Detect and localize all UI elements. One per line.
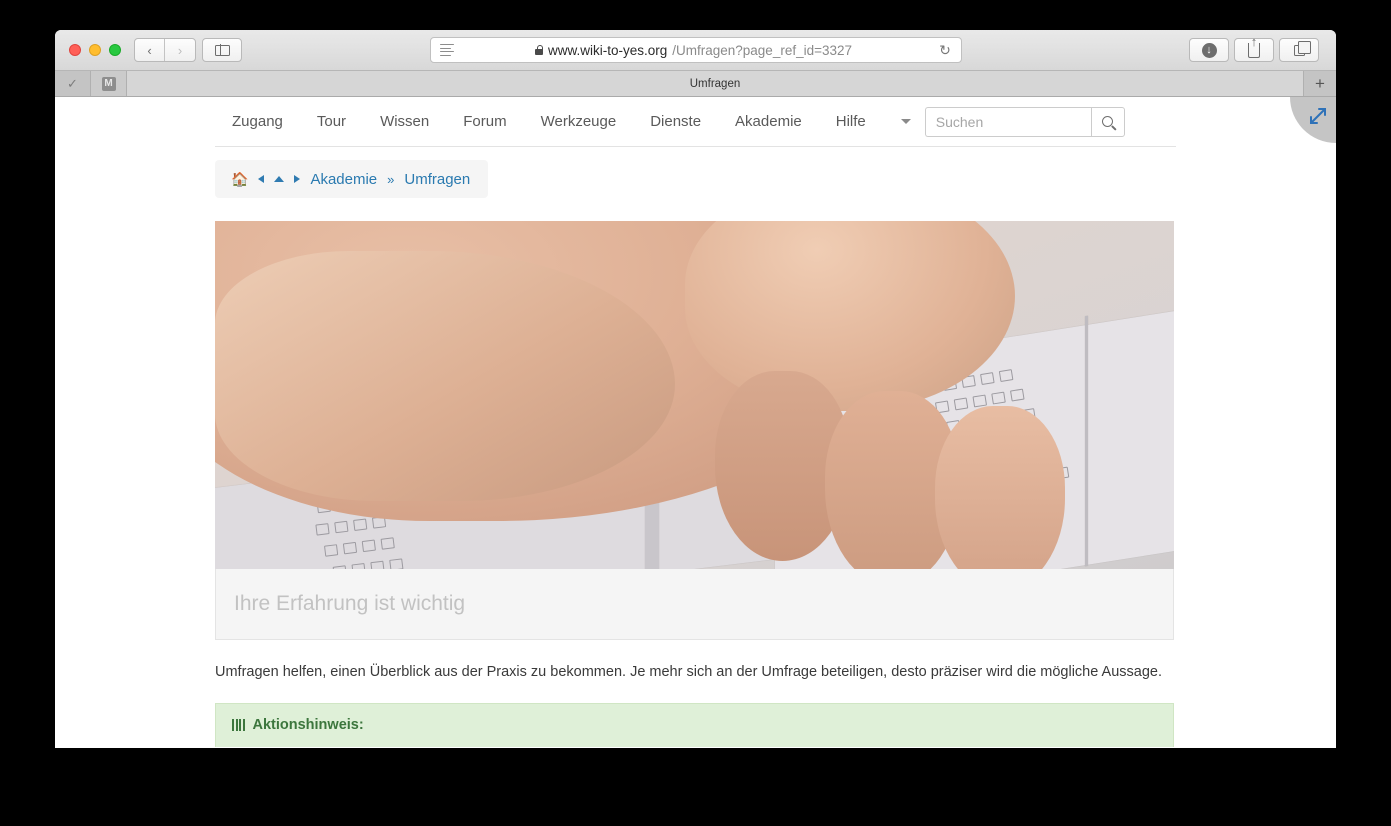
window-controls [69,44,121,56]
checkmark-icon: ✓ [67,76,78,92]
bars-icon [232,719,245,731]
navigation-buttons: ‹ › [134,38,196,62]
main-menu: Zugang Tour Wissen Forum Werkzeuge Diens… [215,102,883,142]
tab-bar: ✓ M Umfragen + [55,71,1336,97]
nav-item-akademie[interactable]: Akademie [718,102,819,142]
arrow-right-icon[interactable] [294,175,300,183]
nav-item-tour[interactable]: Tour [300,102,363,142]
hero-caption: Ihre Erfahrung ist wichtig [215,569,1174,640]
breadcrumb-separator: » [387,172,394,187]
nav-item-forum[interactable]: Forum [446,102,523,142]
intro-paragraph: Umfragen helfen, einen Überblick aus der… [215,662,1170,683]
share-icon [1248,43,1260,58]
url-path: /Umfragen?page_ref_id=3327 [672,43,852,58]
nav-item-zugang[interactable]: Zugang [215,102,300,142]
action-notice-box: Aktionshinweis: Sie haben selbst die Mög… [215,703,1174,747]
chevron-down-icon[interactable] [901,119,911,124]
expand-widget[interactable] [1290,97,1336,143]
share-button[interactable] [1234,38,1274,62]
action-notice-title: Aktionshinweis: [253,717,364,733]
show-tabs-button[interactable] [1279,38,1319,62]
address-bar-text: www.wiki-to-yes.org/Umfragen?page_ref_id… [454,43,933,58]
downloads-button[interactable] [1189,38,1229,62]
hero-image [215,221,1174,569]
reader-view-icon[interactable] [440,42,454,59]
nav-item-hilfe[interactable]: Hilfe [819,102,883,142]
tab-title: Umfragen [690,78,741,90]
favicon-m: M [102,77,116,91]
search-icon [1102,116,1113,127]
breadcrumb: 🏠 Akademie » Umfragen [215,160,488,198]
minimize-window-button[interactable] [89,44,101,56]
forward-button[interactable]: › [165,39,195,61]
nav-item-wissen[interactable]: Wissen [363,102,446,142]
reload-button[interactable]: ↻ [933,42,957,59]
arrow-left-icon[interactable] [258,175,264,183]
page-content: 🏠 Akademie » Umfragen [215,147,1176,747]
zoom-window-button[interactable] [109,44,121,56]
breadcrumb-item-umfragen[interactable]: Umfragen [404,171,470,188]
action-notice-body: Sie haben selbst die Möglichkeit, Umfrag… [232,746,1157,747]
browser-toolbar: ‹ › www.wiki-to-yes.org/Umfragen?page_re… [55,30,1336,71]
sidebar-toggle-button[interactable] [202,38,242,62]
tab-item-umfragen[interactable]: Umfragen [127,71,1304,96]
new-tab-button[interactable]: + [1304,71,1336,96]
hero-block: Ihre Erfahrung ist wichtig [215,221,1174,640]
page-viewport: Zugang Tour Wissen Forum Werkzeuge Diens… [55,97,1336,747]
arrow-up-icon[interactable] [274,176,284,182]
questionnaire-illustration [215,221,1174,569]
show-tabs-icon [1294,45,1305,56]
site-navigation: Zugang Tour Wissen Forum Werkzeuge Diens… [215,97,1176,147]
search-form [925,107,1125,137]
search-button[interactable] [1091,107,1125,137]
expand-arrows-icon [1307,105,1329,127]
sidebar-icon [215,45,230,56]
address-bar[interactable]: www.wiki-to-yes.org/Umfragen?page_ref_id… [430,37,962,63]
nav-item-werkzeuge[interactable]: Werkzeuge [524,102,634,142]
back-button[interactable]: ‹ [135,39,165,61]
hero-caption-text: Ihre Erfahrung ist wichtig [234,592,465,616]
lock-icon [535,45,543,55]
url-domain: www.wiki-to-yes.org [548,43,667,58]
home-icon[interactable]: 🏠 [231,171,248,188]
browser-window: ‹ › www.wiki-to-yes.org/Umfragen?page_re… [55,30,1336,748]
close-window-button[interactable] [69,44,81,56]
download-icon [1202,43,1217,58]
tab-item[interactable]: M [91,71,127,96]
search-input[interactable] [925,107,1091,137]
action-notice-header: Aktionshinweis: [232,717,1157,733]
breadcrumb-item-akademie[interactable]: Akademie [310,171,377,188]
nav-item-dienste[interactable]: Dienste [633,102,718,142]
tab-item[interactable]: ✓ [55,71,91,96]
